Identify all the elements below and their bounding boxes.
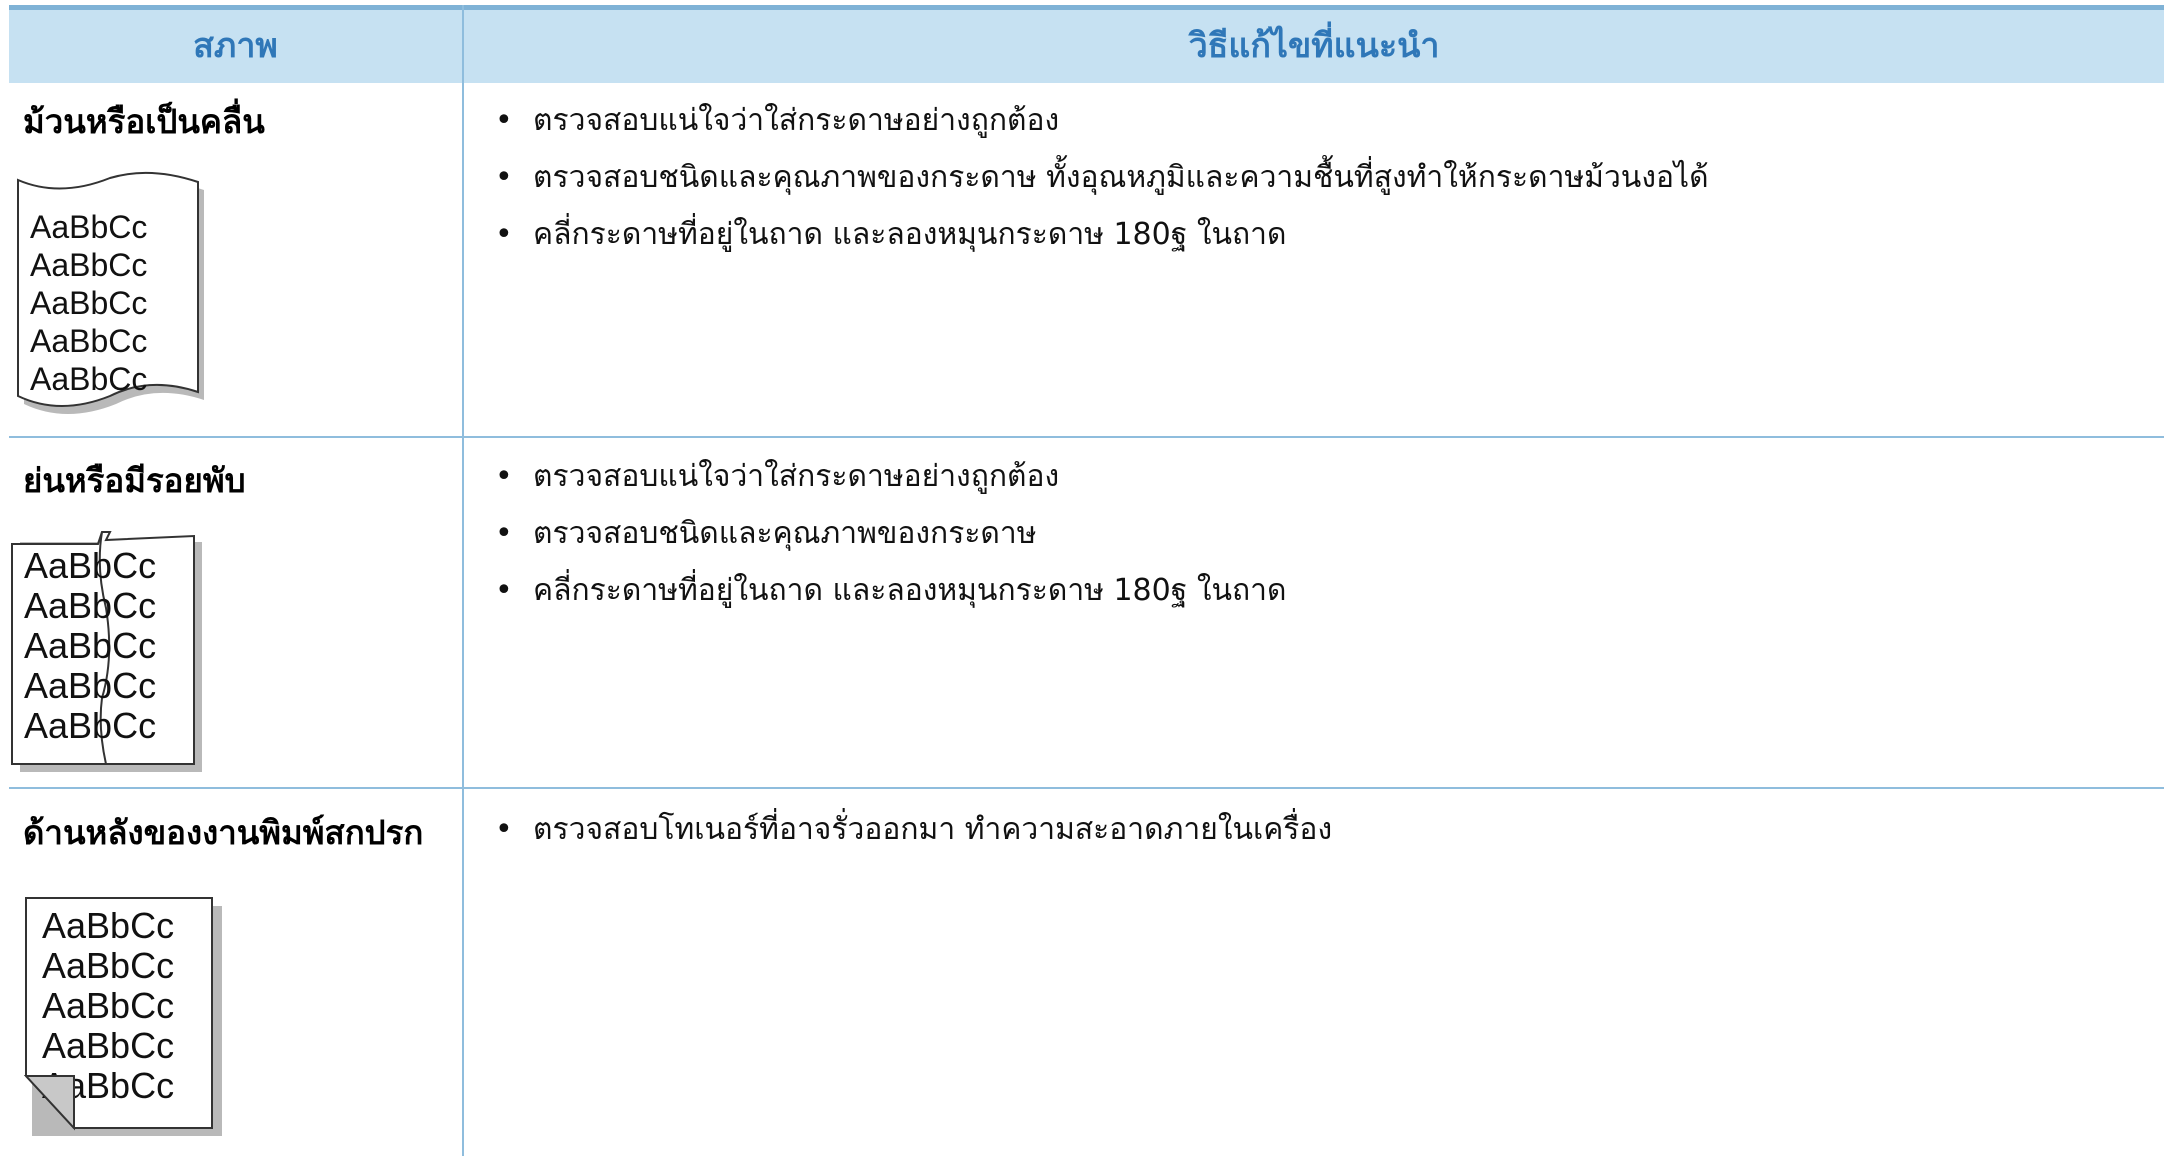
- svg-text:AaBbCc: AaBbCc: [30, 247, 147, 283]
- row-divider: [9, 436, 2164, 438]
- sample-text-line: AaBbCc: [30, 361, 147, 397]
- svg-text:AaBbCc: AaBbCc: [30, 361, 147, 397]
- list-item: • คลี่กระดาษที่อยู่ในถาด และลองหมุนกระดาษ…: [495, 573, 1287, 608]
- column-header-condition: สภาพ: [193, 26, 278, 66]
- list-item: • ตรวจสอบแน่ใจว่าใส่กระดาษอย่างถูกต้อง: [495, 103, 1060, 138]
- row-divider: [9, 787, 2164, 789]
- solution-list: • ตรวจสอบแน่ใจว่าใส่กระดาษอย่างถูกต้อง • ต…: [495, 457, 1286, 628]
- svg-text:AaBbCc: AaBbCc: [24, 705, 156, 746]
- svg-text:AaBbCc: AaBbCc: [42, 985, 174, 1026]
- sample-text-line: AaBbCc: [30, 247, 147, 283]
- wrinkled-paper-sample-icon: AaBbCc AaBbCc AaBbCc AaBbCc AaBbCc: [11, 531, 202, 772]
- list-item: • ตรวจสอบชนิดและคุณภาพของกระดาษ ทั้งอุณหภ…: [495, 160, 1709, 195]
- curled-paper-sample-icon: AaBbCc AaBbCc AaBbCc AaBbCc AaBbCc: [17, 171, 204, 414]
- dirty-back-paper-sample-icon: AaBbCc AaBbCc AaBbCc AaBbCc AaBbCc: [24, 897, 222, 1136]
- column-divider: [462, 5, 464, 1156]
- list-item: • ตรวจสอบชนิดและคุณภาพของกระดาษ: [495, 516, 1037, 551]
- svg-text:AaBbCc: AaBbCc: [24, 625, 156, 666]
- list-item: • ตรวจสอบแน่ใจว่าใส่กระดาษอย่างถูกต้อง: [495, 459, 1060, 494]
- svg-text:AaBbCc: AaBbCc: [30, 285, 147, 321]
- svg-text:AaBbCc: AaBbCc: [30, 209, 147, 245]
- svg-text:AaBbCc: AaBbCc: [42, 905, 174, 946]
- sample-text-line: AaBbCc: [30, 285, 147, 321]
- condition-label: ม้วนหรือเป็นคลื่น: [23, 102, 265, 141]
- solution-list: • ตรวจสอบโทเนอร์ที่อาจรั่วออกมา ทำความสะอ…: [495, 810, 1332, 867]
- svg-text:AaBbCc: AaBbCc: [24, 665, 156, 706]
- svg-text:AaBbCc: AaBbCc: [30, 323, 147, 359]
- sample-text-line: AaBbCc: [30, 323, 147, 359]
- sample-text-line: AaBbCc: [30, 209, 147, 245]
- condition-label: ย่นหรือมีรอยพับ: [23, 461, 246, 500]
- list-item: • คลี่กระดาษที่อยู่ในถาด และลองหมุนกระดาษ…: [495, 217, 1287, 252]
- svg-text:AaBbCc: AaBbCc: [24, 585, 156, 626]
- list-item: • ตรวจสอบโทเนอร์ที่อาจรั่วออกมา ทำความสะอ…: [495, 812, 1333, 847]
- condition-label: ด้านหลังของงานพิมพ์สกปรก: [23, 813, 424, 852]
- solution-list: • ตรวจสอบแน่ใจว่าใส่กระดาษอย่างถูกต้อง • ต…: [495, 101, 1709, 272]
- table-header: สภาพ วิธีแก้ไขที่แนะนำ: [9, 5, 2164, 83]
- svg-text:AaBbCc: AaBbCc: [42, 945, 174, 986]
- column-header-solution: วิธีแก้ไขที่แนะนำ: [1188, 26, 1440, 66]
- svg-text:AaBbCc: AaBbCc: [24, 545, 156, 586]
- svg-text:AaBbCc: AaBbCc: [42, 1025, 174, 1066]
